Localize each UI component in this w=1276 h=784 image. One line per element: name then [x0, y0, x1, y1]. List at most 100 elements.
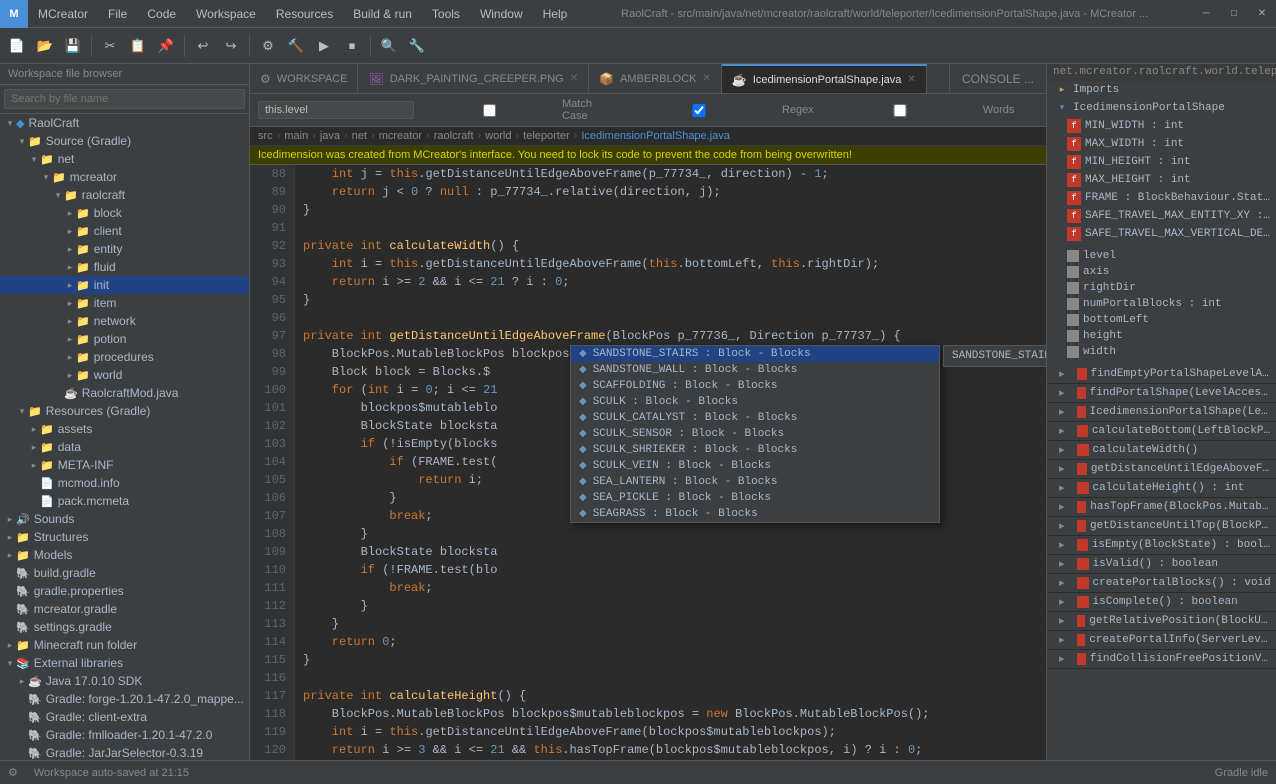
- class-item[interactable]: ▾ IcedimensionPortalShape: [1047, 99, 1276, 117]
- method-calc-bottom[interactable]: ▸ calculateBottom(LeftBlockPos): [1047, 422, 1276, 441]
- field-max-width[interactable]: f MAX_WIDTH : int: [1047, 135, 1276, 153]
- field-bottomleft[interactable]: bottomLeft: [1047, 312, 1276, 328]
- toolbar-btn7[interactable]: ▶: [311, 33, 337, 59]
- close-icedimension[interactable]: ✕: [907, 74, 915, 85]
- toolbar-copy[interactable]: 📋: [125, 33, 151, 59]
- toolbar-open[interactable]: 📂: [32, 33, 58, 59]
- tree-resources[interactable]: ▾ 📁 Resources (Gradle): [0, 402, 249, 420]
- tree-procedures[interactable]: ▸ 📁 procedures: [0, 348, 249, 366]
- words-checkbox[interactable]: [820, 104, 980, 117]
- menu-build[interactable]: Build & run: [343, 0, 422, 27]
- field-rightdir[interactable]: rightDir: [1047, 280, 1276, 296]
- field-frame[interactable]: f FRAME : BlockBehaviour.StatePredic...: [1047, 189, 1276, 207]
- method-find-collision[interactable]: ▸ findCollisionFreePositionVer3 Ser...: [1047, 650, 1276, 669]
- regex-checkbox[interactable]: [619, 104, 779, 117]
- tree-structures[interactable]: ▸ 📁 Structures: [0, 528, 249, 546]
- tree-settingsgradle[interactable]: ▸ 🐘 settings.gradle: [0, 618, 249, 636]
- ac-item-5[interactable]: ◆ SCULK_SENSOR : Block - Blocks: [571, 426, 939, 442]
- method-find-empty[interactable]: ▸ findEmptyPortalShapeLevelAcces...: [1047, 365, 1276, 384]
- minimize-button[interactable]: ─: [1192, 0, 1220, 28]
- close-button[interactable]: ✕: [1248, 0, 1276, 28]
- regex-option[interactable]: Regex: [619, 104, 814, 117]
- tab-dark-painting[interactable]: 🖼 DARK_PAINTING_CREEPER.PNG ✕: [358, 64, 589, 93]
- tree-raolcraft[interactable]: ▾ ◆ RaolCraft: [0, 114, 249, 132]
- tree-fmlloader[interactable]: ▸ 🐘 Gradle: fmlloader-1.20.1-47.2.0: [0, 726, 249, 744]
- tree-buildgradle[interactable]: ▸ 🐘 build.gradle: [0, 564, 249, 582]
- method-iscomplete[interactable]: ▸ isComplete() : boolean: [1047, 593, 1276, 612]
- toolbar-btn5[interactable]: ⚙: [255, 33, 281, 59]
- tree-network[interactable]: ▸ 📁 network: [0, 312, 249, 330]
- tree-potion[interactable]: ▸ 📁 potion: [0, 330, 249, 348]
- tree-models[interactable]: ▸ 📁 Models: [0, 546, 249, 564]
- find-input[interactable]: [258, 101, 414, 119]
- field-height[interactable]: height: [1047, 328, 1276, 344]
- toolbar-undo[interactable]: ↩: [190, 33, 216, 59]
- tab-icedimension[interactable]: ☕ IcedimensionPortalShape.java ✕: [722, 64, 927, 93]
- tree-client[interactable]: ▸ 📁 client: [0, 222, 249, 240]
- console-tab[interactable]: CONSOLE ...: [949, 64, 1046, 93]
- tree-runfolder[interactable]: ▸ 📁 Minecraft run folder: [0, 636, 249, 654]
- ac-item-4[interactable]: ◆ SCULK_CATALYST : Block - Blocks: [571, 410, 939, 426]
- toolbar-paste[interactable]: 📌: [153, 33, 179, 59]
- close-dark-painting[interactable]: ✕: [570, 73, 578, 84]
- menu-tools[interactable]: Tools: [422, 0, 470, 27]
- tree-gradle-forge[interactable]: ▸ 🐘 Gradle: forge-1.20.1-47.2.0_mappe...: [0, 690, 249, 708]
- tree-mcreatorgradle[interactable]: ▸ 🐘 mcreator.gradle: [0, 600, 249, 618]
- ac-item-7[interactable]: ◆ SCULK_VEIN : Block - Blocks: [571, 458, 939, 474]
- toolbar-btn9[interactable]: 🔍: [376, 33, 402, 59]
- match-case-checkbox[interactable]: [420, 104, 559, 117]
- method-get-dist-top[interactable]: ▸ getDistanceUntilTop(BlockPos.Mut...: [1047, 517, 1276, 536]
- tab-workspace[interactable]: ⚙ WORKSPACE: [250, 64, 358, 93]
- method-isvalid[interactable]: ▸ isValid() : boolean: [1047, 555, 1276, 574]
- tree-metainf[interactable]: ▸ 📁 META-INF: [0, 456, 249, 474]
- ac-item-6[interactable]: ◆ SCULK_SHRIEKER : Block - Blocks: [571, 442, 939, 458]
- tree-block[interactable]: ▸ 📁 block: [0, 204, 249, 222]
- toolbar-new[interactable]: 📄: [4, 33, 30, 59]
- tree-jarjarselector[interactable]: ▸ 🐘 Gradle: JarJarSelector-0.3.19: [0, 744, 249, 760]
- imports-item[interactable]: ▸ Imports: [1047, 81, 1276, 99]
- toolbar-save[interactable]: 💾: [60, 33, 86, 59]
- method-find-portal[interactable]: ▸ findPortalShape(LevelAccessor, Blo...: [1047, 384, 1276, 403]
- search-input[interactable]: [4, 89, 245, 109]
- ac-item-8[interactable]: ◆ SEA_LANTERN : Block - Blocks: [571, 474, 939, 490]
- menu-workspace[interactable]: Workspace: [186, 0, 266, 27]
- method-create-portal-info[interactable]: ▸ createPortalInfo(ServerLevel, Block...: [1047, 631, 1276, 650]
- menu-code[interactable]: Code: [137, 0, 186, 27]
- field-safe-vert[interactable]: f SAFE_TRAVEL_MAX_VERTICAL_DELT...: [1047, 225, 1276, 243]
- ac-item-2[interactable]: ◆ SCAFFOLDING : Block - Blocks: [571, 378, 939, 394]
- tree-init[interactable]: ▸ 📁 init: [0, 276, 249, 294]
- ac-item-3[interactable]: ◆ SCULK : Block - Blocks: [571, 394, 939, 410]
- tree-sounds[interactable]: ▸ 🔊 Sounds: [0, 510, 249, 528]
- field-max-height[interactable]: f MAX_HEIGHT : int: [1047, 171, 1276, 189]
- toolbar-btn8[interactable]: ⏹: [339, 33, 365, 59]
- tree-extlibs[interactable]: ▾ 📚 External libraries: [0, 654, 249, 672]
- field-level[interactable]: level: [1047, 248, 1276, 264]
- tree-packmcmeta[interactable]: ▸ 📄 pack.mcmeta: [0, 492, 249, 510]
- ac-item-9[interactable]: ◆ SEA_PICKLE : Block - Blocks: [571, 490, 939, 506]
- toolbar-redo[interactable]: ↪: [218, 33, 244, 59]
- tree-data[interactable]: ▸ 📁 data: [0, 438, 249, 456]
- words-option[interactable]: Words: [820, 104, 1015, 117]
- method-constructor[interactable]: ▸ IcedimensionPortalShape(LevelAcces...: [1047, 403, 1276, 422]
- tree-fluid[interactable]: ▸ 📁 fluid: [0, 258, 249, 276]
- tree-mcreator[interactable]: ▾ 📁 mcreator: [0, 168, 249, 186]
- menu-mcreator[interactable]: MCreator: [28, 0, 98, 27]
- tree-raolcraftmod[interactable]: ▸ ☕ RaolcraftMod.java: [0, 384, 249, 402]
- ac-item-1[interactable]: ◆ SANDSTONE_WALL : Block - Blocks: [571, 362, 939, 378]
- method-create-portal[interactable]: ▸ createPortalBlocks() : void: [1047, 574, 1276, 593]
- method-get-dist[interactable]: ▸ getDistanceUntilEdgeAboveFrame(): [1047, 460, 1276, 479]
- menu-file[interactable]: File: [98, 0, 137, 27]
- tree-entity[interactable]: ▸ 📁 entity: [0, 240, 249, 258]
- tree-client-extra[interactable]: ▸ 🐘 Gradle: client-extra: [0, 708, 249, 726]
- field-numportal[interactable]: numPortalBlocks : int: [1047, 296, 1276, 312]
- tree-item[interactable]: ▸ 📁 item: [0, 294, 249, 312]
- method-get-relative[interactable]: ▸ getRelativePosition(BlockUtil.Found...: [1047, 612, 1276, 631]
- field-safe-xy[interactable]: f SAFE_TRAVEL_MAX_ENTITY_XY : floa...: [1047, 207, 1276, 225]
- toolbar-btn10[interactable]: 🔧: [404, 33, 430, 59]
- method-calc-height[interactable]: ▸ calculateHeight() : int: [1047, 479, 1276, 498]
- tree-mcmodinfo[interactable]: ▸ 📄 mcmod.info: [0, 474, 249, 492]
- tree-gradleprop[interactable]: ▸ 🐘 gradle.properties: [0, 582, 249, 600]
- match-case-option[interactable]: Match Case: [420, 98, 613, 122]
- tree-raolcraft2[interactable]: ▾ 📁 raolcraft: [0, 186, 249, 204]
- field-min-width[interactable]: f MIN_WIDTH : int: [1047, 117, 1276, 135]
